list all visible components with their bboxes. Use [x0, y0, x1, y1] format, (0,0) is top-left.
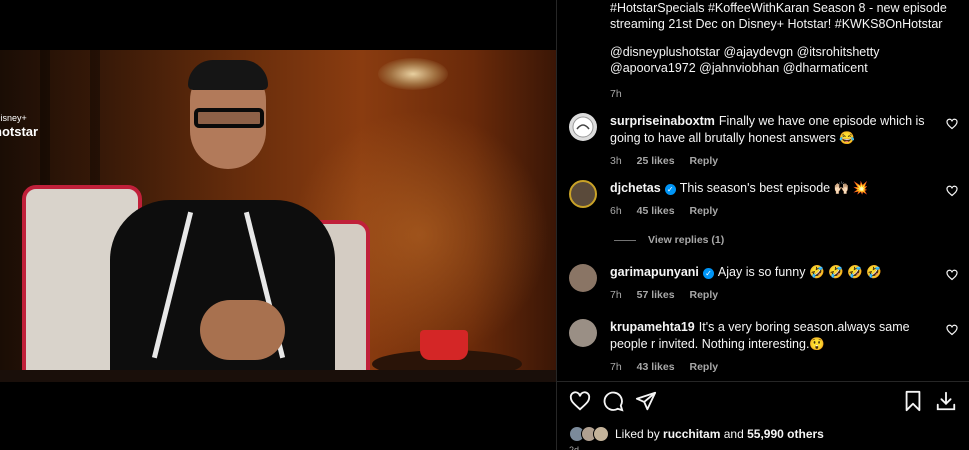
action-bar	[557, 381, 969, 419]
post-age: 2d	[569, 445, 580, 450]
host-hair	[188, 60, 268, 90]
caption-time: 7h	[610, 88, 622, 100]
reply-button[interactable]: Reply	[689, 205, 718, 217]
comment-username[interactable]: djchetas	[610, 181, 661, 195]
comment-likes[interactable]: 25 likes	[637, 155, 675, 167]
media-pane: Disney+ hotstar	[0, 0, 556, 450]
avatar[interactable]	[569, 319, 597, 347]
bookmark-icon[interactable]	[902, 390, 924, 412]
caption-text: #HotstarSpecials #KoffeeWithKaran Season…	[610, 1, 947, 31]
post-caption: #HotstarSpecials #KoffeeWithKaran Season…	[610, 0, 960, 102]
caption-mentions[interactable]: @disneyplushotstar @ajaydevgn @itsrohits…	[610, 44, 960, 76]
liked-by-others[interactable]: 55,990 others	[747, 427, 824, 441]
download-icon[interactable]	[935, 390, 957, 412]
comment-likes[interactable]: 43 likes	[637, 361, 675, 373]
reply-button[interactable]: Reply	[689, 361, 718, 373]
heart-icon[interactable]	[946, 185, 958, 197]
liked-by-prefix: Liked by	[615, 427, 660, 441]
view-replies-button[interactable]: View replies (1)	[614, 234, 724, 246]
comment-meta: 6h 45 likes Reply	[610, 203, 940, 220]
coffee-mug	[420, 330, 468, 360]
comment-item: krupamehta19 It's a very boring season.al…	[569, 319, 964, 375]
comment-username[interactable]: krupamehta19	[610, 320, 695, 334]
liked-by-mid: and	[723, 427, 744, 441]
lamp	[378, 58, 448, 90]
heart-icon[interactable]	[946, 269, 958, 281]
verified-badge-icon: ✓	[702, 268, 714, 279]
comment-username[interactable]: garimapunyani	[610, 265, 699, 279]
hotstar-logo: Disney+ hotstar	[0, 112, 38, 138]
comment-likes[interactable]: 45 likes	[637, 205, 675, 217]
comment-body: djchetas ✓ This season's best episode 🙌🏻 💥…	[610, 180, 940, 220]
brand-bottom: hotstar	[0, 124, 39, 139]
comment-time: 7h	[610, 289, 622, 301]
liker-avatars[interactable]	[569, 426, 609, 442]
comment-text: Ajay is so funny 🤣 🤣 🤣 🤣	[717, 265, 882, 279]
liked-by-user[interactable]: rucchitam	[663, 427, 720, 441]
comment-meta: 7h 43 likes Reply	[610, 359, 940, 376]
send-icon[interactable]	[635, 390, 657, 412]
comment-item: djchetas ✓ This season's best episode 🙌🏻 💥…	[569, 180, 964, 236]
avatar[interactable]	[569, 264, 597, 292]
comment-text: This season's best episode 🙌🏻 💥	[679, 181, 869, 195]
reply-button[interactable]: Reply	[689, 289, 718, 301]
heart-icon[interactable]	[946, 324, 958, 336]
avatar[interactable]	[569, 180, 597, 208]
comment-meta: 7h 57 likes Reply	[610, 287, 940, 304]
comment-time: 6h	[610, 205, 622, 217]
host-hands	[200, 300, 285, 360]
comment-likes[interactable]: 57 likes	[637, 289, 675, 301]
heart-icon[interactable]	[946, 118, 958, 130]
comment-time: 3h	[610, 155, 622, 167]
liked-by: Liked by rucchitam and 55,990 others	[569, 424, 824, 444]
comment-icon[interactable]	[602, 390, 624, 412]
comment-body: surpriseinaboxtm Finally we have one epis…	[610, 113, 940, 170]
comment-body: garimapunyani ✓ Ajay is so funny 🤣 🤣 🤣 🤣 7…	[610, 264, 940, 304]
comment-item: surpriseinaboxtm Finally we have one epis…	[569, 113, 964, 169]
heart-icon[interactable]	[569, 390, 591, 412]
reply-button[interactable]: Reply	[689, 155, 718, 167]
floor	[0, 370, 556, 382]
divider	[614, 239, 636, 241]
avatar[interactable]	[569, 113, 597, 141]
avatar	[593, 426, 609, 442]
verified-badge-icon: ✓	[664, 184, 676, 195]
comment-time: 7h	[610, 361, 622, 373]
comments-panel: #HotstarSpecials #KoffeeWithKaran Season…	[556, 0, 969, 450]
view-replies-label: View replies (1)	[648, 234, 725, 246]
video-player[interactable]: Disney+ hotstar	[0, 50, 556, 382]
comment-body: krupamehta19 It's a very boring season.al…	[610, 319, 940, 376]
comment-item: garimapunyani ✓ Ajay is so funny 🤣 🤣 🤣 🤣 7…	[569, 264, 964, 320]
host-glasses	[194, 108, 264, 128]
comment-username[interactable]: surpriseinaboxtm	[610, 114, 715, 128]
comment-meta: 3h 25 likes Reply	[610, 153, 940, 170]
